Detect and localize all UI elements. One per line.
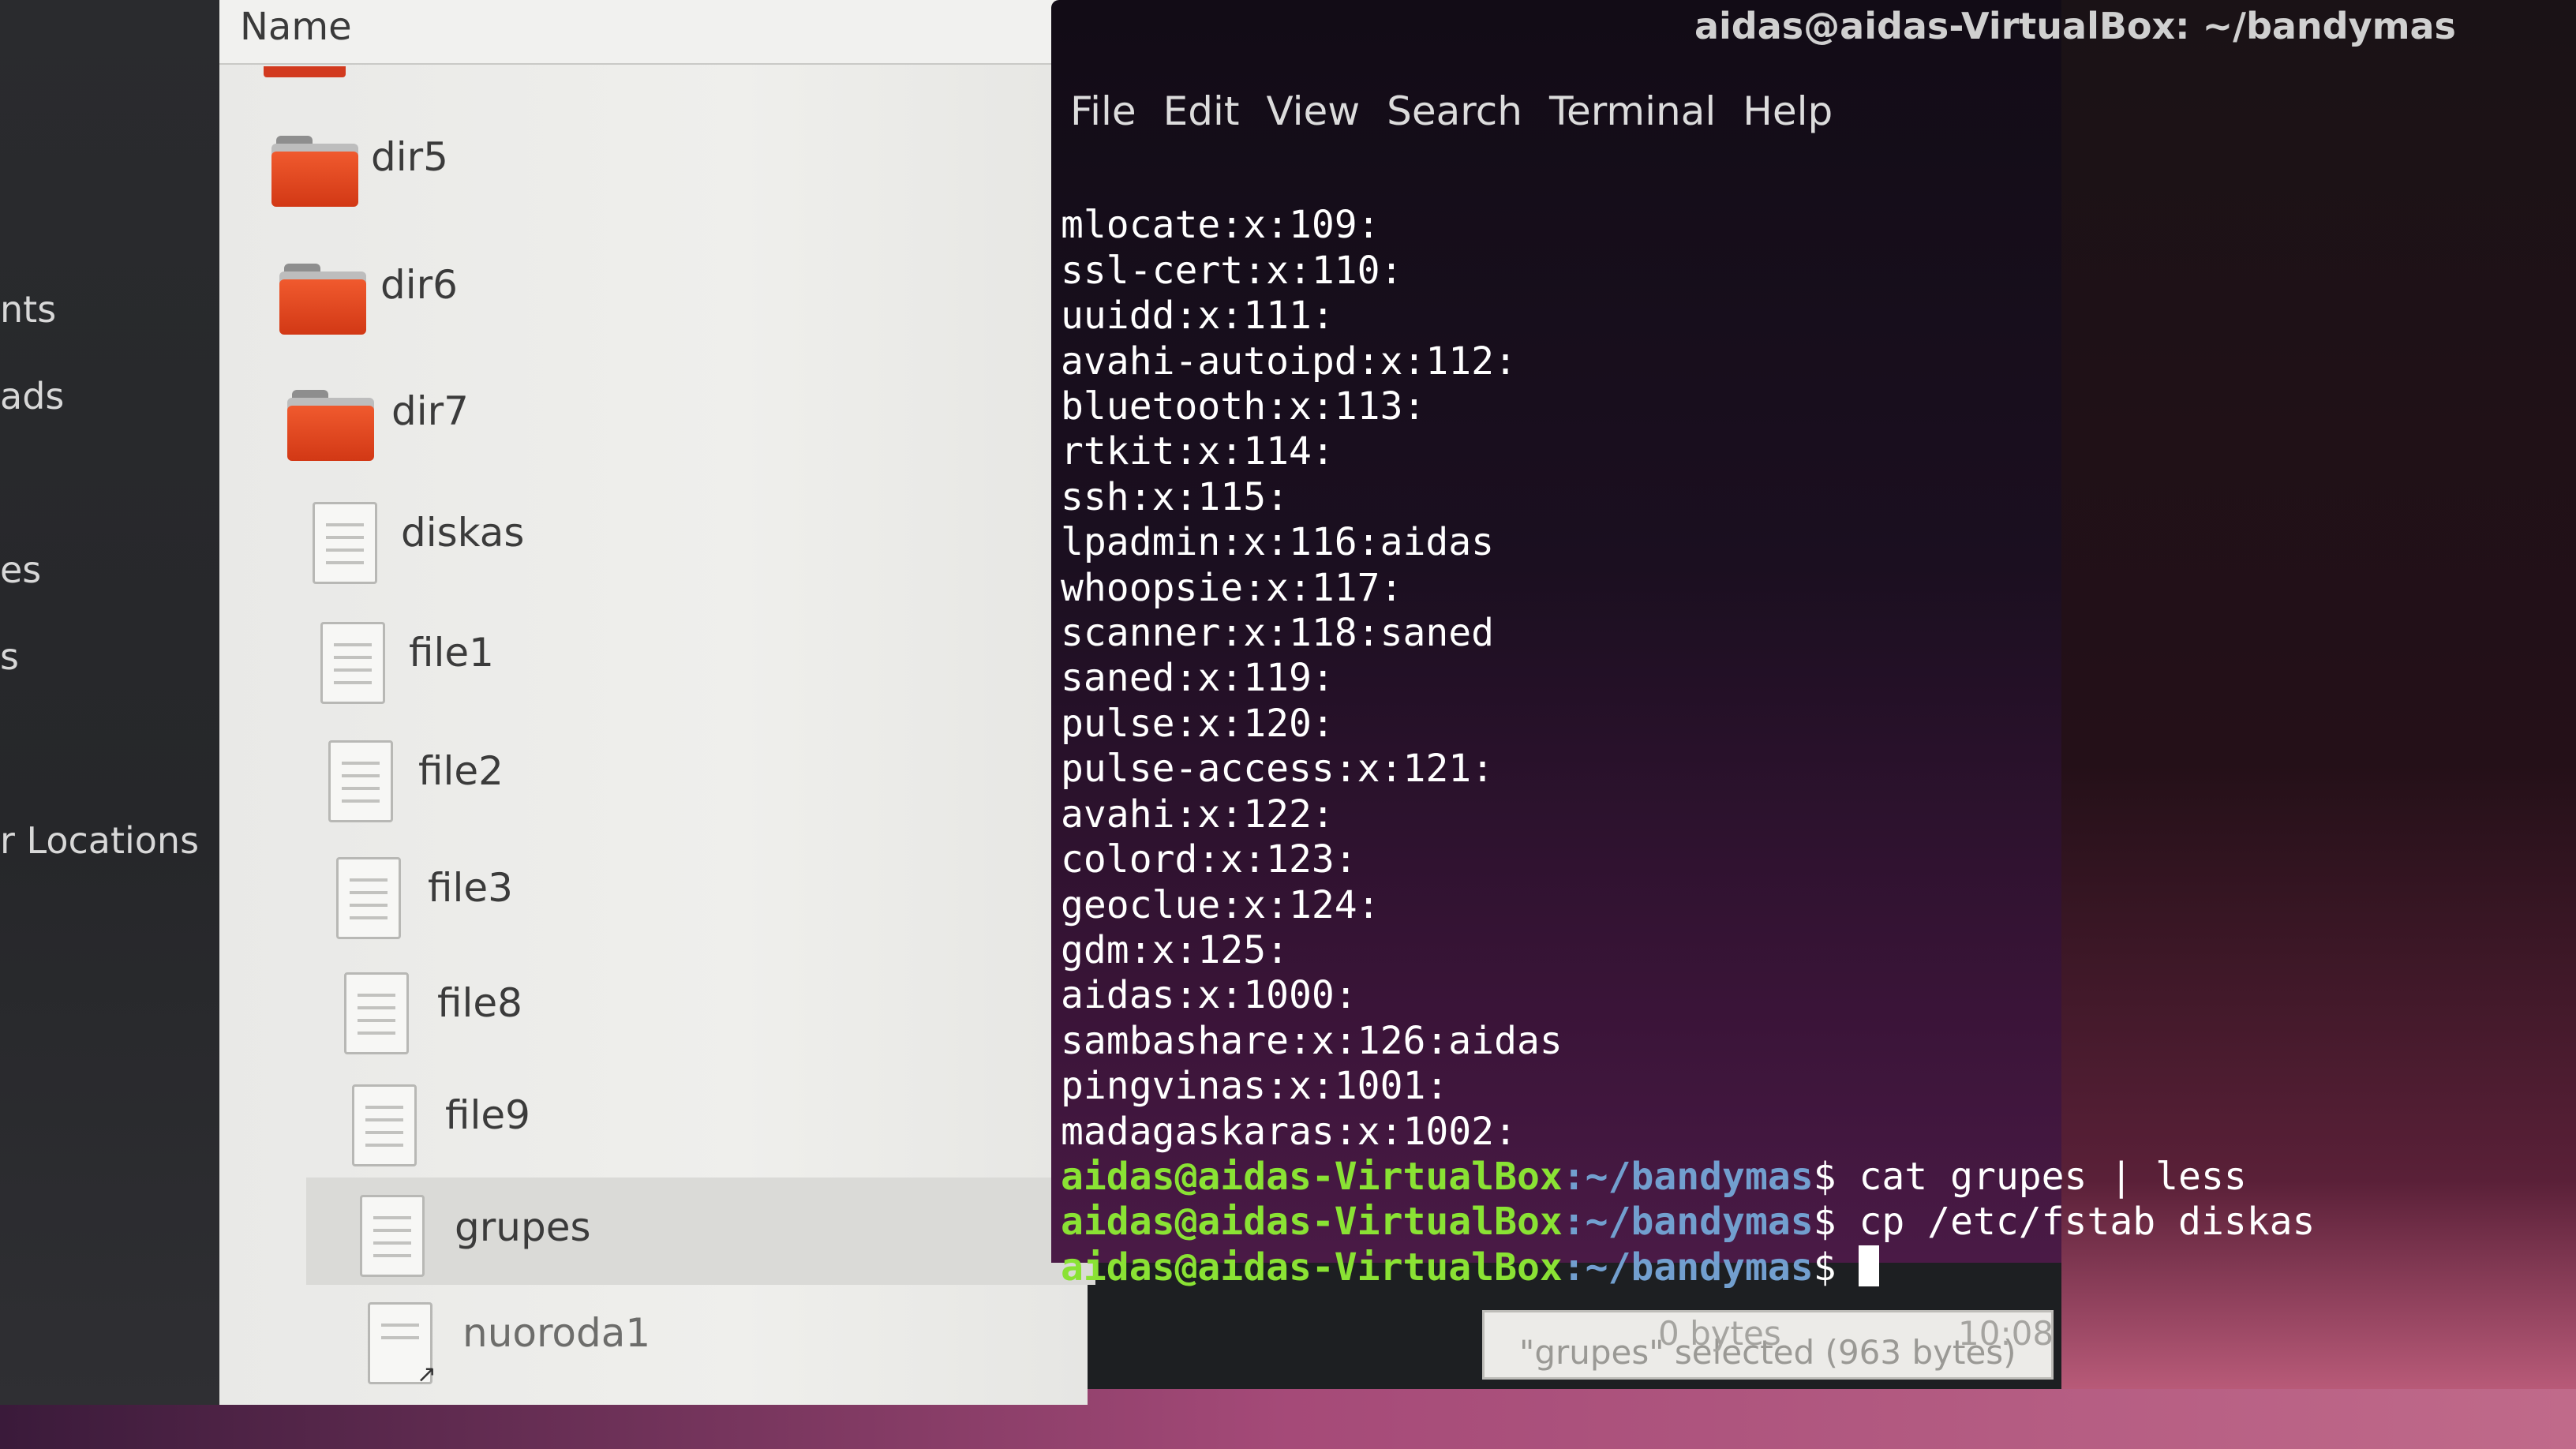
output-line: gdm:x:125: (1061, 927, 1289, 972)
column-header-name[interactable]: Name (219, 0, 1056, 65)
text-file-icon (360, 1195, 425, 1277)
output-line: madagaskaras:x:1002: (1061, 1109, 1517, 1154)
list-item[interactable]: file1 (267, 622, 1056, 724)
prompt-path: :~/bandymas (1562, 1200, 1814, 1245)
prompt-user: aidas@aidas-VirtualBox (1061, 1154, 1563, 1199)
folder-icon (287, 390, 374, 461)
file-name: grupes (455, 1204, 591, 1250)
column-header-label: Name (240, 5, 352, 49)
output-line: geoclue:x:124: (1061, 882, 1380, 927)
terminal-menubar: File Edit View Search Terminal Help (1070, 88, 1859, 144)
output-line: pulse-access:x:121: (1061, 747, 1495, 792)
prompt-user: aidas@aidas-VirtualBox (1061, 1200, 1563, 1245)
list-item[interactable]: file2 (275, 740, 1064, 843)
folder-icon (271, 136, 358, 207)
places-sidebar: nts ads es s r Locations (0, 0, 237, 1405)
output-line: avahi:x:122: (1061, 792, 1335, 837)
list-item[interactable]: file3 (283, 857, 1072, 960)
output-line: pulse:x:120: (1061, 701, 1335, 746)
menu-view[interactable]: View (1267, 88, 1361, 134)
list-item[interactable]: diskas (259, 502, 1048, 605)
prompt-user: aidas@aidas-VirtualBox (1061, 1245, 1563, 1290)
output-line: bluetooth:x:113: (1061, 384, 1426, 429)
text-file-icon (313, 502, 377, 584)
file-name: file2 (418, 748, 504, 794)
window-title: aidas@aidas-VirtualBox: ~/bandymas (1694, 5, 2456, 47)
output-line: sambashare:x:126:aidas (1061, 1018, 1563, 1063)
menu-edit[interactable]: Edit (1163, 88, 1240, 134)
sidebar-item-other-locations[interactable]: r Locations (0, 819, 199, 862)
terminal-titlebar[interactable]: aidas@aidas-VirtualBox: ~/bandymas (1051, 0, 2456, 62)
output-line: ssl-cert:x:110: (1061, 248, 1403, 293)
file-list-pane: Name dir5 dir6 dir7 diskas file1 file2 f… (219, 0, 1095, 1405)
folder-icon (279, 264, 366, 335)
prompt-symbol: $ (1813, 1200, 1837, 1245)
file-name: dir5 (371, 134, 448, 180)
prompt-line-active: aidas@aidas-VirtualBox:~/bandymas$ (1061, 1245, 2315, 1290)
terminal-window[interactable]: aidas@aidas-VirtualBox: ~/bandymas File E… (1051, 0, 2456, 1290)
output-line: avahi-autoipd:x:112: (1061, 339, 1517, 384)
command-text: cat grupes | less (1859, 1154, 2247, 1199)
sort-indicator (264, 66, 346, 77)
prompt-symbol: $ (1813, 1245, 1837, 1290)
command-text: cp /etc/fstab diskas (1859, 1200, 2316, 1245)
sidebar-item-pictures[interactable]: es (0, 549, 41, 591)
prompt-line: aidas@aidas-VirtualBox:~/bandymas$ cp /e… (1061, 1200, 2315, 1245)
output-line: rtkit:x:114: (1061, 429, 1335, 474)
link-file-icon: ↗ (368, 1302, 436, 1388)
file-name: nuoroda1 (462, 1310, 651, 1356)
status-overlay: "grupes" selected (963 bytes) 0 bytes 10… (1482, 1310, 2054, 1380)
text-file-icon (320, 622, 385, 704)
list-item-selected[interactable]: grupes (306, 1178, 1095, 1285)
file-name: dir6 (380, 262, 458, 308)
list-item[interactable]: dir7 (251, 380, 1040, 483)
output-line: saned:x:119: (1061, 656, 1335, 701)
prompt-symbol: $ (1813, 1154, 1837, 1199)
output-line: uuidd:x:111: (1061, 294, 1335, 339)
output-line: colord:x:123: (1061, 837, 1357, 882)
list-item[interactable]: dir6 (243, 254, 1032, 357)
text-file-icon (352, 1084, 417, 1166)
sidebar-item-recents[interactable]: nts (0, 288, 56, 331)
size-status: 0 bytes (1658, 1314, 1781, 1353)
menu-search[interactable]: Search (1387, 88, 1522, 134)
file-name: diskas (401, 510, 525, 556)
text-file-icon (344, 972, 409, 1054)
file-name: file9 (445, 1092, 530, 1138)
menu-terminal[interactable]: Terminal (1549, 88, 1716, 134)
prompt-line: aidas@aidas-VirtualBox:~/bandymas$ cat g… (1061, 1155, 2315, 1200)
menu-help[interactable]: Help (1743, 88, 1833, 134)
output-line: aidas:x:1000: (1061, 973, 1357, 1018)
output-line: mlocate:x:109: (1061, 203, 1380, 248)
file-name: dir7 (391, 388, 469, 434)
text-file-icon (328, 740, 393, 822)
text-cursor (1859, 1245, 1880, 1286)
menu-file[interactable]: File (1070, 88, 1136, 134)
list-item[interactable]: dir5 (235, 126, 1024, 229)
text-file-icon (336, 857, 401, 939)
terminal-output[interactable]: mlocate:x:109: ssl-cert:x:110: uuidd:x:111… (1061, 158, 2315, 1381)
list-item[interactable]: file8 (290, 972, 1080, 1075)
output-line: ssh:x:115: (1061, 474, 1289, 519)
output-line: whoopsie:x:117: (1061, 565, 1403, 610)
file-name: file3 (428, 865, 513, 911)
list-item[interactable]: ↗ nuoroda1 (314, 1302, 1103, 1405)
list-item[interactable]: file9 (298, 1084, 1088, 1187)
file-name: file8 (437, 980, 522, 1026)
prompt-path: :~/bandymas (1562, 1245, 1814, 1290)
sidebar-item-videos[interactable]: s (0, 635, 19, 678)
output-line: pingvinas:x:1001: (1061, 1064, 1449, 1109)
output-line: scanner:x:118:saned (1061, 611, 1495, 656)
time-status: 10:08 (1958, 1314, 2054, 1353)
prompt-path: :~/bandymas (1562, 1154, 1814, 1199)
sidebar-item-downloads[interactable]: ads (0, 375, 64, 417)
output-line: lpadmin:x:116:aidas (1061, 520, 1495, 565)
file-name: file1 (409, 630, 494, 676)
